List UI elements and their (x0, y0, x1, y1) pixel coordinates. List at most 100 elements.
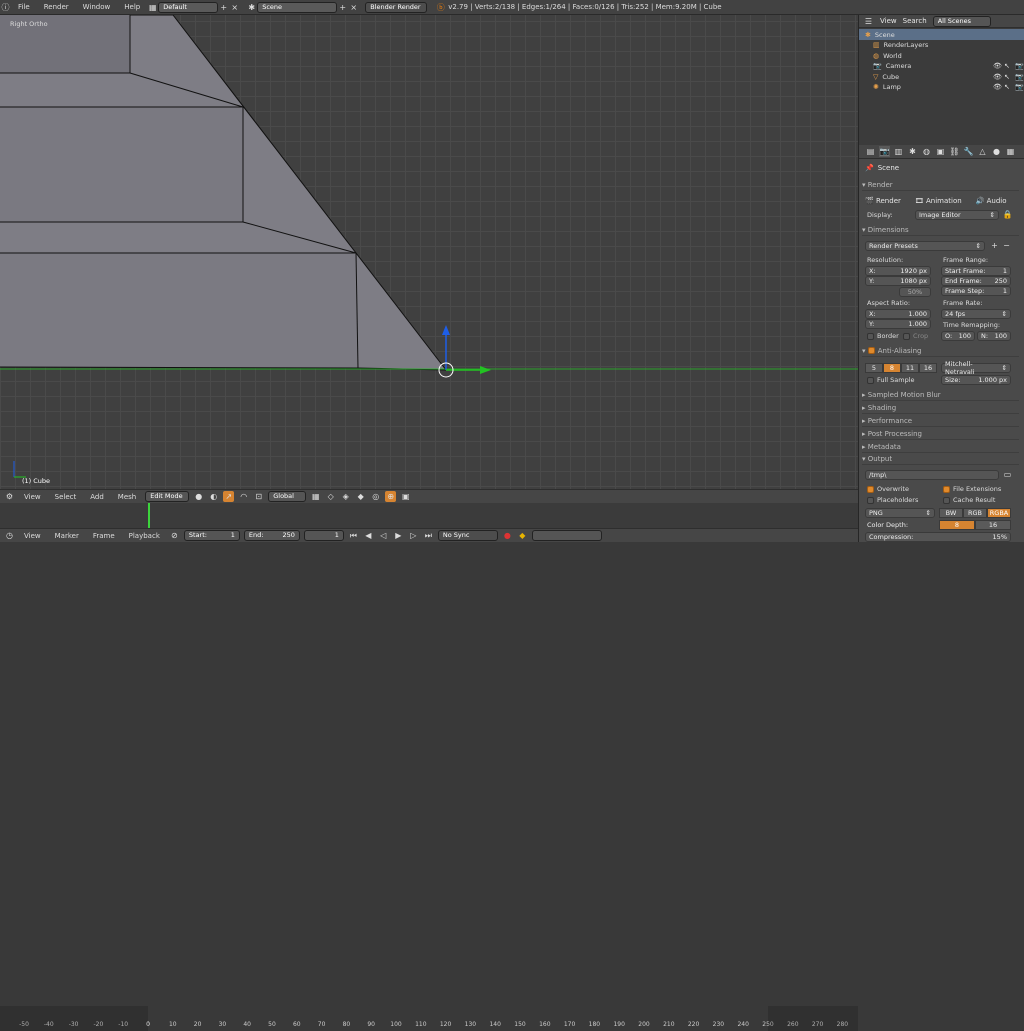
outliner-menu-search[interactable]: Search (903, 17, 927, 25)
outliner-item[interactable]: ▥ RenderLayers (859, 40, 1024, 51)
tl-menu-playback[interactable]: Playback (124, 532, 165, 540)
display-select[interactable]: Image Editor ⇕ (915, 210, 999, 220)
aa-sample-button[interactable]: 11 (901, 363, 919, 373)
3d-viewport[interactable]: Right Ortho (1) Cube (0, 15, 858, 489)
current-frame-line[interactable] (148, 503, 150, 528)
resolution-percent-field[interactable]: 50% (899, 287, 931, 297)
collapsed-panel-header[interactable]: ▸ Shading (862, 402, 1019, 414)
outliner-item[interactable]: ✱ Scene (859, 29, 1024, 40)
tl-menu-marker[interactable]: Marker (50, 532, 84, 540)
timeline[interactable]: -50 -40 -30 -20 -10 0 10 20 30 40 50 60 70 80 90 100 110… (0, 503, 858, 1031)
tl-menu-frame[interactable]: Frame (88, 532, 120, 540)
collapsed-panel-header[interactable]: ▸ Sampled Motion Blur (862, 389, 1019, 401)
timeline-editor-type-icon[interactable]: ◷ (4, 530, 15, 541)
sync-select[interactable]: No Sync (437, 530, 498, 541)
pivot-icon[interactable]: ◐ (208, 491, 219, 502)
remove-layout-icon[interactable]: × (229, 2, 240, 13)
eye-icon[interactable]: 👁 (993, 73, 1002, 81)
start-frame-field[interactable]: Start: 1 (183, 530, 240, 541)
overwrite-checkbox[interactable]: Overwrite (867, 485, 909, 493)
remove-scene-icon[interactable]: × (348, 2, 359, 13)
color-mode-button[interactable]: BW (939, 508, 963, 518)
aspect-y-field[interactable]: Y: 1.000 (865, 319, 931, 329)
keying-icon[interactable]: ◆ (517, 530, 528, 541)
start-frame-prop[interactable]: Start Frame: 1 (941, 266, 1011, 276)
outliner-menu-view[interactable]: View (880, 17, 897, 25)
mode-select[interactable]: Edit Mode (145, 491, 190, 502)
menu-select[interactable]: Select (50, 493, 82, 501)
render-presets-select[interactable]: Render Presets ⇕ (865, 241, 985, 251)
screen-layout-icon[interactable]: ▦ (147, 2, 158, 13)
editor-type-icon[interactable]: ⓘ (0, 2, 11, 13)
aa-filter-select[interactable]: Mitchell-Netravali ⇕ (941, 360, 1011, 376)
file-extensions-checkbox[interactable]: File Extensions (943, 485, 1001, 493)
end-frame-prop[interactable]: End Frame: 250 (941, 276, 1011, 286)
tab-material-icon[interactable]: ● (991, 146, 1002, 157)
tab-renderlayers-icon[interactable]: ▥ (893, 146, 904, 157)
animation-button[interactable]: 🎞 Animation (915, 197, 962, 205)
crop-checkbox[interactable]: Crop (903, 332, 928, 340)
color-mode-button[interactable]: RGB (963, 508, 987, 518)
jump-end-icon[interactable]: ⏭ (423, 530, 434, 541)
properties-editor[interactable]: ▤ 📷 ▥ ✱ ◍ ▣ ⛓ 🔧 △ ● ▦ 📌 Scene ▾ Render 🎬… (858, 145, 1024, 542)
cursor-icon[interactable]: ↖ (1004, 83, 1010, 91)
color-depth-button[interactable]: 8 (939, 520, 975, 530)
select-vert-icon[interactable]: ◇ (325, 491, 336, 502)
outliner-item[interactable]: ✺ Lamp 👁 ↖ 📷 (859, 82, 1024, 93)
select-edge-icon[interactable]: ◈ (340, 491, 351, 502)
cache-result-checkbox[interactable]: Cache Result (943, 496, 995, 504)
aa-sample-button[interactable]: 8 (883, 363, 901, 373)
menu-window[interactable]: Window (76, 3, 118, 11)
output-panel-header[interactable]: ▾ Output (862, 453, 1019, 465)
full-sample-checkbox[interactable]: Full Sample (867, 376, 915, 384)
scene-field[interactable]: Scene (257, 1, 338, 13)
tab-world-icon[interactable]: ◍ (921, 146, 932, 157)
collapsed-panel-header[interactable]: ▸ Metadata (862, 441, 1019, 453)
manipulator-icon[interactable]: ↗ (223, 491, 235, 502)
menu-help[interactable]: Help (117, 3, 147, 11)
antialiasing-panel-header[interactable]: ▾ Anti-Aliasing (862, 345, 1019, 357)
play-icon[interactable]: ▶ (393, 530, 404, 541)
orientation-select[interactable]: Global (268, 491, 307, 502)
resolution-y-field[interactable]: Y: 1080 px (865, 276, 931, 286)
tab-modifiers-icon[interactable]: 🔧 (963, 146, 974, 157)
jump-start-icon[interactable]: ⏮ (348, 530, 359, 541)
lock-range-icon[interactable]: ⊘ (169, 530, 180, 541)
rotate-manip-icon[interactable]: ◠ (238, 491, 249, 502)
camera-render-icon[interactable]: 📷 (1015, 62, 1024, 70)
add-layout-icon[interactable]: + (218, 2, 229, 13)
aa-sample-button[interactable]: 5 (865, 363, 883, 373)
file-browse-icon[interactable]: ▭ (1002, 469, 1013, 480)
menu-view[interactable]: View (19, 493, 46, 501)
border-checkbox[interactable]: Border (867, 332, 899, 340)
render-panel-header[interactable]: ▾ Render (862, 179, 1019, 191)
tab-texture-icon[interactable]: ▦ (1005, 146, 1016, 157)
viewport-editor-type-icon[interactable]: ⚙ (4, 491, 15, 502)
prev-key-icon[interactable]: ◀ (363, 530, 374, 541)
end-frame-field[interactable]: End: 250 (243, 530, 300, 541)
camera-render-icon[interactable]: 📷 (1015, 73, 1024, 81)
file-format-select[interactable]: PNG ⇕ (865, 508, 935, 518)
tab-object-icon[interactable]: ▣ (935, 146, 946, 157)
frame-step-prop[interactable]: Frame Step: 1 (941, 286, 1011, 296)
output-path-field[interactable]: /tmp\ (865, 470, 999, 480)
render-icon[interactable]: ▣ (400, 491, 411, 502)
tl-menu-view[interactable]: View (19, 532, 46, 540)
next-key-icon[interactable]: ▷ (408, 530, 419, 541)
shading-icon[interactable]: ● (193, 491, 204, 502)
render-button[interactable]: 🎬 Render (865, 197, 901, 205)
tab-constraints-icon[interactable]: ⛓ (949, 146, 960, 157)
outliner-item[interactable]: ◍ World (859, 50, 1024, 61)
menu-add[interactable]: Add (85, 493, 109, 501)
tab-render-icon[interactable]: 📷 (879, 146, 890, 157)
collapsed-panel-header[interactable]: ▸ Performance (862, 415, 1019, 427)
time-old-field[interactable]: O: 100 (941, 331, 975, 341)
current-frame-field[interactable]: 1 (303, 530, 344, 541)
time-new-field[interactable]: N: 100 (977, 331, 1011, 341)
screen-layout-field[interactable]: Default (158, 1, 219, 13)
render-engine-select[interactable]: Blender Render (365, 1, 428, 13)
proportional-icon[interactable]: ◎ (370, 491, 381, 502)
placeholders-checkbox[interactable]: Placeholders (867, 496, 918, 504)
eye-icon[interactable]: 👁 (993, 62, 1002, 70)
audio-button[interactable]: 🔊 Audio (976, 197, 1007, 205)
